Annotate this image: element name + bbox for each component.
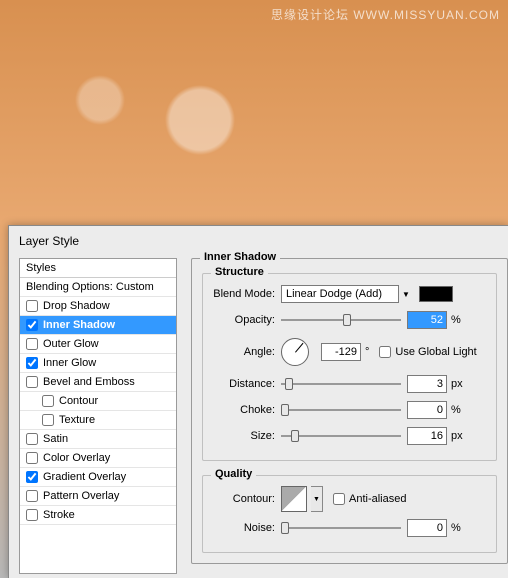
size-slider[interactable]	[281, 429, 401, 443]
choke-unit: %	[451, 404, 461, 416]
style-label: Pattern Overlay	[43, 490, 119, 502]
angle-dial[interactable]	[281, 338, 309, 366]
style-row-texture[interactable]: Texture	[20, 411, 176, 430]
choke-slider[interactable]	[281, 403, 401, 417]
distance-input[interactable]	[407, 375, 447, 393]
color-swatch[interactable]	[419, 286, 453, 302]
style-checkbox[interactable]	[26, 452, 38, 464]
style-checkbox[interactable]	[26, 433, 38, 445]
settings-panel: Inner Shadow Structure Blend Mode: Linea…	[177, 258, 508, 574]
choke-label: Choke:	[211, 404, 281, 416]
contour-swatch[interactable]	[281, 486, 307, 512]
inner-shadow-group: Inner Shadow Structure Blend Mode: Linea…	[191, 258, 508, 564]
size-input[interactable]	[407, 427, 447, 445]
antialiased-label: Anti-aliased	[349, 493, 406, 505]
watermark-text: 思缘设计论坛 WWW.MISSYUAN.COM	[271, 6, 500, 23]
style-row-contour[interactable]: Contour	[20, 392, 176, 411]
blend-mode-value: Linear Dodge (Add)	[286, 288, 382, 300]
style-row-inner-shadow[interactable]: Inner Shadow	[20, 316, 176, 335]
style-checkbox[interactable]	[42, 395, 54, 407]
styles-list: Styles Blending Options: Custom Drop Sha…	[19, 258, 177, 574]
style-label: Gradient Overlay	[43, 471, 126, 483]
noise-label: Noise:	[211, 522, 281, 534]
panel-title: Inner Shadow	[200, 251, 280, 263]
style-row-satin[interactable]: Satin	[20, 430, 176, 449]
style-label: Texture	[59, 414, 95, 426]
style-checkbox[interactable]	[42, 414, 54, 426]
angle-input[interactable]	[321, 343, 361, 361]
blend-mode-dropdown[interactable]: Linear Dodge (Add)	[281, 285, 399, 303]
quality-group: Quality Contour: ▼ Anti-aliased Noise: %	[202, 475, 497, 553]
opacity-unit: %	[451, 314, 461, 326]
layer-style-dialog: Layer Style Styles Blending Options: Cus…	[8, 225, 508, 578]
structure-title: Structure	[211, 266, 268, 278]
blend-mode-label: Blend Mode:	[211, 288, 281, 300]
style-label: Inner Shadow	[43, 319, 115, 331]
style-row-pattern-overlay[interactable]: Pattern Overlay	[20, 487, 176, 506]
contour-chevron-down-icon[interactable]: ▼	[311, 486, 323, 512]
quality-title: Quality	[211, 468, 256, 480]
contour-label: Contour:	[211, 493, 281, 505]
style-checkbox[interactable]	[26, 490, 38, 502]
size-unit: px	[451, 430, 463, 442]
angle-label: Angle:	[211, 346, 281, 358]
style-label: Bevel and Emboss	[43, 376, 135, 388]
style-checkbox[interactable]	[26, 471, 38, 483]
style-row-stroke[interactable]: Stroke	[20, 506, 176, 525]
style-label: Inner Glow	[43, 357, 96, 369]
size-label: Size:	[211, 430, 281, 442]
style-checkbox[interactable]	[26, 376, 38, 388]
style-label: Satin	[43, 433, 68, 445]
distance-label: Distance:	[211, 378, 281, 390]
blending-options-row[interactable]: Blending Options: Custom	[20, 278, 176, 297]
style-row-drop-shadow[interactable]: Drop Shadow	[20, 297, 176, 316]
style-row-outer-glow[interactable]: Outer Glow	[20, 335, 176, 354]
global-light-checkbox[interactable]	[379, 346, 391, 358]
choke-input[interactable]	[407, 401, 447, 419]
blending-options-label: Blending Options: Custom	[26, 281, 154, 293]
chevron-down-icon[interactable]: ▼	[399, 290, 413, 299]
background-artwork	[0, 0, 508, 225]
opacity-input[interactable]	[407, 311, 447, 329]
style-label: Color Overlay	[43, 452, 110, 464]
style-row-inner-glow[interactable]: Inner Glow	[20, 354, 176, 373]
style-row-bevel-and-emboss[interactable]: Bevel and Emboss	[20, 373, 176, 392]
opacity-label: Opacity:	[211, 314, 281, 326]
style-label: Stroke	[43, 509, 75, 521]
antialiased-checkbox[interactable]	[333, 493, 345, 505]
structure-group: Structure Blend Mode: Linear Dodge (Add)…	[202, 273, 497, 461]
noise-input[interactable]	[407, 519, 447, 537]
angle-unit: °	[365, 346, 369, 358]
style-checkbox[interactable]	[26, 338, 38, 350]
style-label: Contour	[59, 395, 98, 407]
style-row-color-overlay[interactable]: Color Overlay	[20, 449, 176, 468]
noise-slider[interactable]	[281, 521, 401, 535]
distance-unit: px	[451, 378, 463, 390]
style-checkbox[interactable]	[26, 357, 38, 369]
styles-header[interactable]: Styles	[20, 259, 176, 278]
style-label: Outer Glow	[43, 338, 99, 350]
global-light-label: Use Global Light	[395, 346, 476, 358]
distance-slider[interactable]	[281, 377, 401, 391]
style-checkbox[interactable]	[26, 319, 38, 331]
opacity-slider[interactable]	[281, 313, 401, 327]
style-checkbox[interactable]	[26, 509, 38, 521]
style-checkbox[interactable]	[26, 300, 38, 312]
style-label: Drop Shadow	[43, 300, 110, 312]
style-row-gradient-overlay[interactable]: Gradient Overlay	[20, 468, 176, 487]
noise-unit: %	[451, 522, 461, 534]
